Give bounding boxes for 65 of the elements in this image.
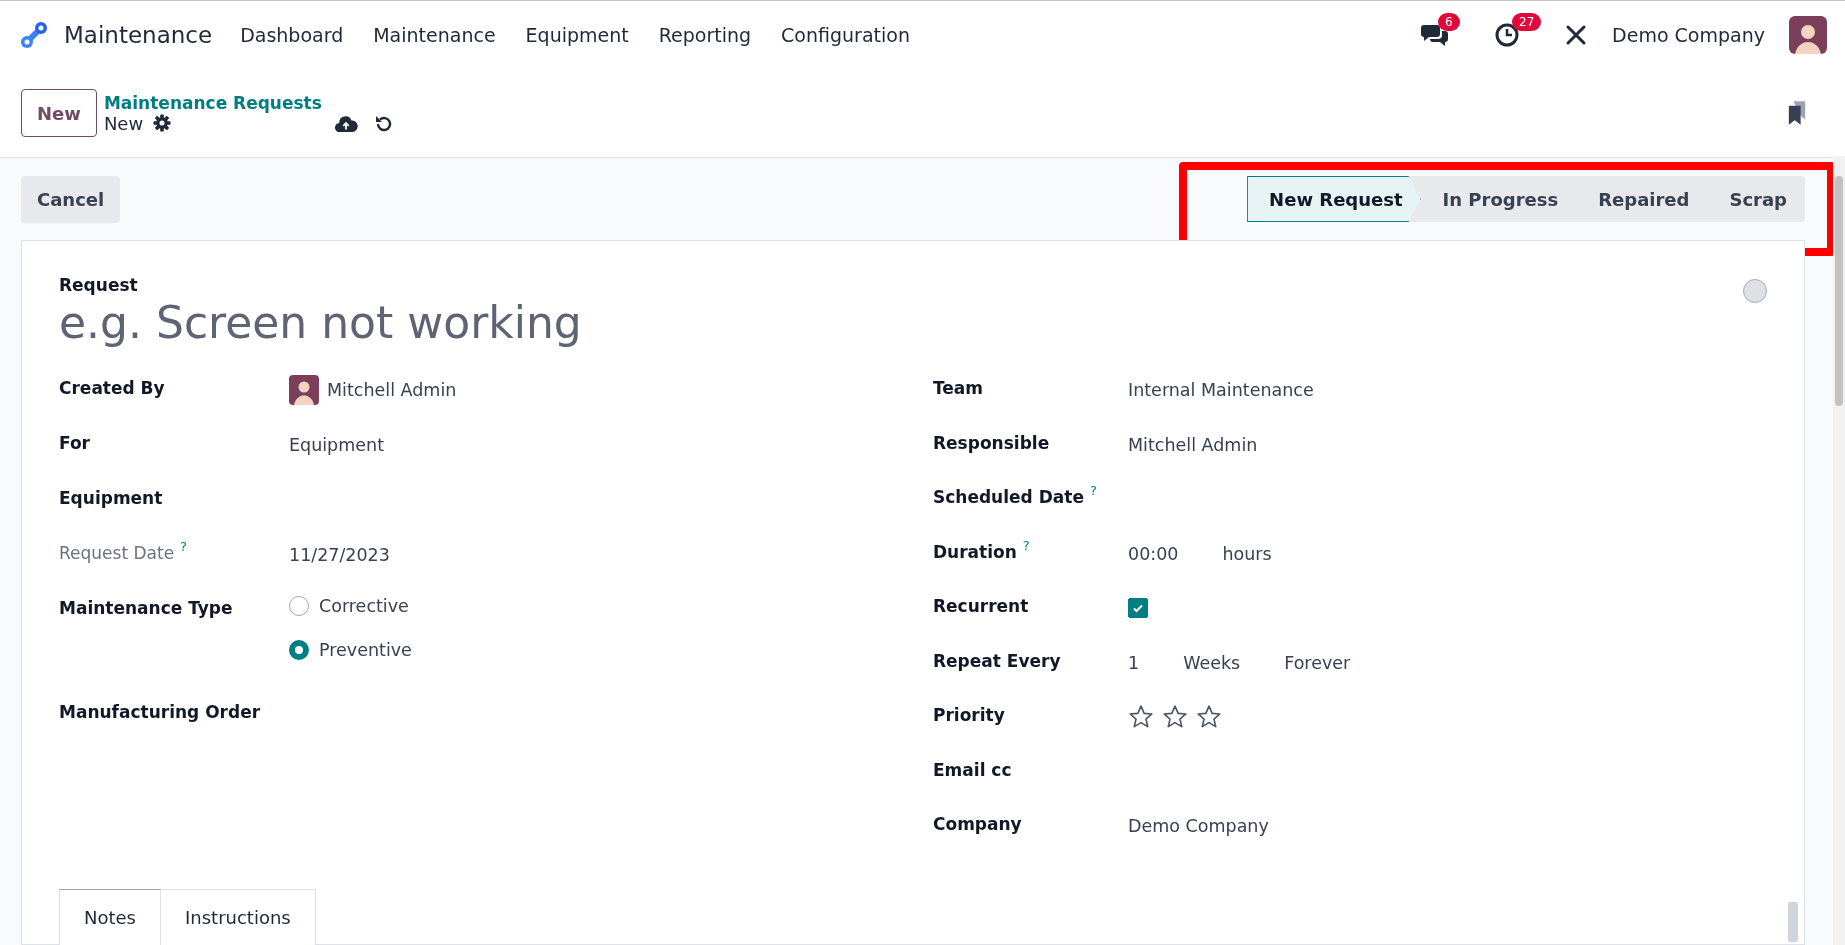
new-button[interactable]: New <box>21 89 97 137</box>
app-logo-icon[interactable] <box>18 19 50 51</box>
field-label: Recurrent <box>933 595 1029 616</box>
help-tooltip[interactable]: ? <box>1022 537 1030 553</box>
field-label: Company <box>933 813 1022 834</box>
field-label: Email cc <box>933 758 1012 780</box>
field-value[interactable]: hours <box>1222 543 1272 564</box>
inner-scrollbar[interactable] <box>1788 902 1798 942</box>
user-avatar <box>289 375 319 405</box>
cloud-upload-icon[interactable] <box>333 115 358 133</box>
field-value[interactable]: 11/27/2023 <box>289 545 390 565</box>
field-value[interactable]: Forever <box>1284 652 1351 673</box>
field-value[interactable]: Demo Company <box>1128 816 1269 836</box>
breadcrumb-link[interactable]: Maintenance Requests <box>103 92 322 113</box>
field-label: Maintenance Type <box>59 597 233 618</box>
star-icon[interactable] <box>1162 704 1188 730</box>
nav-menu-item[interactable]: Reporting <box>658 24 752 46</box>
checkbox[interactable] <box>1128 598 1148 618</box>
field-value[interactable]: Weeks <box>1183 652 1241 673</box>
radio-label[interactable]: Preventive <box>319 640 412 660</box>
notebook-tab[interactable]: Notes <box>59 889 161 945</box>
nav-menu-item[interactable]: Configuration <box>781 24 910 46</box>
radio-label[interactable]: Corrective <box>319 596 409 616</box>
notification-badge: 6 <box>1438 13 1460 31</box>
field-label: Repeat Every <box>933 649 1061 671</box>
clock-icon[interactable] <box>1494 22 1521 48</box>
field-label: Request <box>59 275 139 295</box>
help-tooltip[interactable]: ? <box>1089 483 1097 498</box>
discard-icon[interactable] <box>373 114 394 134</box>
app-name[interactable]: Maintenance <box>64 22 213 48</box>
notification-badge: 27 <box>1512 13 1542 31</box>
notebook-tab[interactable]: Instructions <box>161 889 316 945</box>
help-tooltip[interactable]: ? <box>180 539 187 554</box>
record-name: New <box>103 112 144 134</box>
star-icon[interactable] <box>1196 704 1222 730</box>
field-value[interactable]: Equipment <box>289 435 384 455</box>
field-value[interactable]: Mitchell Admin <box>1128 434 1258 455</box>
settings-icon[interactable] <box>153 114 172 132</box>
nav-menu-item[interactable]: Dashboard <box>240 24 344 46</box>
field-value[interactable]: 00:00 <box>1128 543 1179 564</box>
radio-button[interactable] <box>289 640 309 660</box>
cancel-button[interactable]: Cancel <box>21 175 121 223</box>
field-label: Responsible <box>933 431 1050 453</box>
field-label: Created By <box>59 377 165 398</box>
field-value[interactable]: Internal Maintenance <box>1128 380 1314 400</box>
user-avatar[interactable] <box>1789 16 1827 54</box>
status-stage[interactable]: New Request <box>1247 176 1421 222</box>
field-label: Duration <box>933 540 1017 562</box>
field-label: Team <box>933 377 984 398</box>
star-icon[interactable] <box>1128 704 1154 730</box>
field-value[interactable]: 1 <box>1128 652 1140 673</box>
nav-menu-item[interactable]: Equipment <box>525 24 629 46</box>
field-label: Equipment <box>59 487 163 508</box>
field-label: Scheduled Date <box>933 486 1084 507</box>
page-scrollbar[interactable] <box>1833 156 1845 945</box>
radio-button[interactable] <box>289 596 309 616</box>
field-label: Manufacturing Order <box>59 701 261 722</box>
checkmark-icon <box>1132 602 1144 614</box>
field-label: Request Date <box>59 542 175 563</box>
bookmark-icon[interactable] <box>1787 100 1807 126</box>
field-label: For <box>59 432 90 453</box>
field-value[interactable]: Mitchell Admin <box>327 380 457 400</box>
company-name[interactable]: Demo Company <box>1612 24 1765 46</box>
field-label: Priority <box>933 704 1005 725</box>
nav-menu-item[interactable]: Maintenance <box>373 24 496 46</box>
